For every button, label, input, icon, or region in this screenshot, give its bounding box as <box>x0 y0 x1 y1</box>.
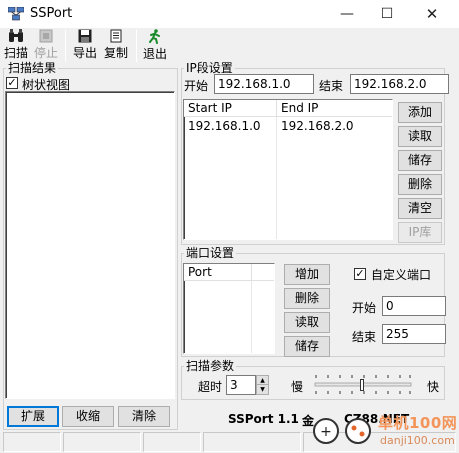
spin-down-icon[interactable]: ▼ <box>257 385 268 394</box>
copy-document-icon <box>110 29 122 43</box>
stop-button[interactable]: 停止 <box>33 29 59 63</box>
port-end-label: 结束 <box>352 330 377 344</box>
read-ip-button[interactable]: 读取 <box>398 126 442 147</box>
network-computers-icon <box>8 7 24 21</box>
export-button[interactable]: 导出 <box>72 29 98 63</box>
column-start-ip[interactable]: Start IP <box>184 100 277 117</box>
minimize-button[interactable]: — <box>327 0 367 28</box>
delete-ip-button[interactable]: 删除 <box>398 174 442 195</box>
scan-label: 扫描 <box>3 46 28 60</box>
timeout-input[interactable]: 3 <box>226 375 256 395</box>
exit-button[interactable]: 退出 <box>142 29 168 63</box>
row-start-ip: 192.168.1.0 <box>188 119 261 133</box>
column-divider <box>276 117 277 239</box>
delete-port-button[interactable]: 删除 <box>284 288 330 309</box>
stop-icon <box>39 29 53 43</box>
speed-slow-label: 慢 <box>291 380 304 394</box>
watermark-logo-icon: + <box>313 418 371 444</box>
toolbar-separator <box>65 30 66 62</box>
export-label: 导出 <box>72 46 97 60</box>
ip-list-header: Start IP End IP <box>184 100 392 117</box>
tree-view-checkbox[interactable]: ✓ <box>6 77 18 89</box>
svg-text:+: + <box>320 424 332 440</box>
brand-version: SSPort 1.1 <box>228 412 299 426</box>
ip-end-label: 结束 <box>319 79 344 93</box>
watermark-title: 单机100网 <box>378 414 458 432</box>
scan-params-title: 扫描参数 <box>184 359 237 373</box>
port-start-label: 开始 <box>352 301 377 315</box>
scan-results-title: 扫描结果 <box>6 61 59 75</box>
table-row[interactable]: 192.168.1.0 192.168.2.0 <box>184 117 392 133</box>
copy-label: 复制 <box>103 46 128 60</box>
window-title: SSPort <box>30 6 73 21</box>
column-port[interactable]: Port <box>184 264 252 281</box>
copy-button[interactable]: 复制 <box>103 29 129 63</box>
ip-start-label: 开始 <box>184 79 209 93</box>
custom-port-checkbox[interactable]: ✓ <box>354 268 366 280</box>
column-divider <box>251 281 252 353</box>
clear-results-button[interactable]: 清除 <box>118 406 170 427</box>
read-port-button[interactable]: 读取 <box>284 312 330 333</box>
status-cell <box>143 432 201 452</box>
timeout-label: 超时 <box>198 380 223 394</box>
close-button[interactable]: ✕ <box>412 0 452 28</box>
title-bar: SSPort — ☐ ✕ <box>0 0 459 28</box>
add-port-button[interactable]: 增加 <box>284 264 330 285</box>
save-port-button[interactable]: 储存 <box>284 336 330 357</box>
save-disk-icon <box>78 29 92 43</box>
watermark-url: danji100.com <box>380 434 455 447</box>
port-start-input[interactable]: 0 <box>382 296 446 316</box>
port-list-header: Port <box>184 264 274 281</box>
add-ip-button[interactable]: 添加 <box>398 102 442 123</box>
clear-ip-button[interactable]: 清空 <box>398 198 442 219</box>
status-cell <box>63 432 141 452</box>
port-settings-title: 端口设置 <box>184 246 237 260</box>
port-list[interactable]: Port <box>183 263 275 354</box>
ip-library-button[interactable]: IP库 <box>398 222 442 243</box>
results-tree[interactable] <box>5 91 175 399</box>
port-end-input[interactable]: 255 <box>382 324 446 344</box>
status-cell <box>203 432 301 452</box>
slider-thumb[interactable] <box>360 379 364 391</box>
expand-button[interactable]: 扩展 <box>7 406 59 427</box>
speed-fast-label: 快 <box>427 380 440 394</box>
spin-up-icon[interactable]: ▲ <box>257 376 268 385</box>
collapse-button[interactable]: 收缩 <box>62 406 114 427</box>
custom-port-label: 自定义端口 <box>371 268 432 282</box>
ip-range-list[interactable]: Start IP End IP 192.168.1.0 192.168.2.0 <box>183 99 393 240</box>
binoculars-icon <box>9 29 23 42</box>
row-end-ip: 192.168.2.0 <box>281 119 354 133</box>
timeout-spinner[interactable]: ▲ ▼ <box>256 375 269 395</box>
stop-label: 停止 <box>33 46 58 60</box>
running-man-exit-icon <box>149 29 160 44</box>
speed-slider[interactable] <box>312 374 414 396</box>
status-cell <box>3 432 61 452</box>
exit-label: 退出 <box>142 47 167 61</box>
watermark: + 单机100网 danji100.com <box>308 410 458 452</box>
save-ip-button[interactable]: 储存 <box>398 150 442 171</box>
maximize-button[interactable]: ☐ <box>367 0 407 28</box>
scan-button[interactable]: 扫描 <box>3 29 29 63</box>
ip-start-input[interactable]: 192.168.1.0 <box>214 74 314 94</box>
column-end-ip[interactable]: End IP <box>277 100 392 117</box>
toolbar-separator <box>136 30 137 62</box>
ip-end-input[interactable]: 192.168.2.0 <box>350 74 449 94</box>
